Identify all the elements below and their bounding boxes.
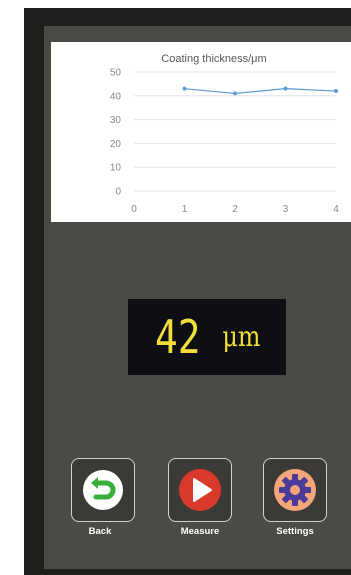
y-tick-label: 30	[110, 115, 122, 126]
settings-button-label: Settings	[276, 526, 314, 537]
y-tick-label: 40	[110, 91, 122, 102]
chart-title: Coating thickness/μm	[161, 53, 266, 65]
measure-button-label: Measure	[180, 526, 220, 537]
data-point	[334, 89, 338, 94]
series-line	[184, 88, 337, 95]
x-tick-label: 0	[131, 204, 137, 215]
y-tick-label: 20	[110, 139, 122, 150]
back-button-label: Back	[88, 526, 112, 537]
thickness-chart: Coating thickness/μm 0 10 20 30 40 50 0 1 2 3 4	[110, 53, 339, 215]
x-tick-label: 2	[232, 204, 238, 215]
settings-button[interactable]	[263, 458, 327, 522]
back-button[interactable]	[71, 458, 135, 522]
play-icon	[179, 469, 221, 511]
x-tick-label: 4	[333, 204, 339, 215]
reading-unit: μm	[222, 320, 261, 353]
measure-button[interactable]	[168, 458, 232, 522]
data-point	[283, 86, 288, 91]
y-tick-label: 0	[115, 187, 121, 198]
x-tick-label: 3	[283, 204, 289, 215]
y-tick-label: 10	[110, 163, 122, 174]
data-point	[182, 86, 187, 91]
data-point	[233, 91, 237, 96]
thickness-chart-panel: Coating thickness/μm 0 10 20 30 40 50 0 1 2 3 4	[51, 42, 351, 222]
reading-value: 42	[154, 310, 201, 364]
thickness-readout: 42 μm	[128, 299, 286, 375]
gear-icon	[274, 469, 316, 511]
back-arrow-icon	[83, 470, 123, 510]
x-tick-label: 1	[182, 204, 188, 215]
y-tick-label: 50	[110, 68, 122, 79]
